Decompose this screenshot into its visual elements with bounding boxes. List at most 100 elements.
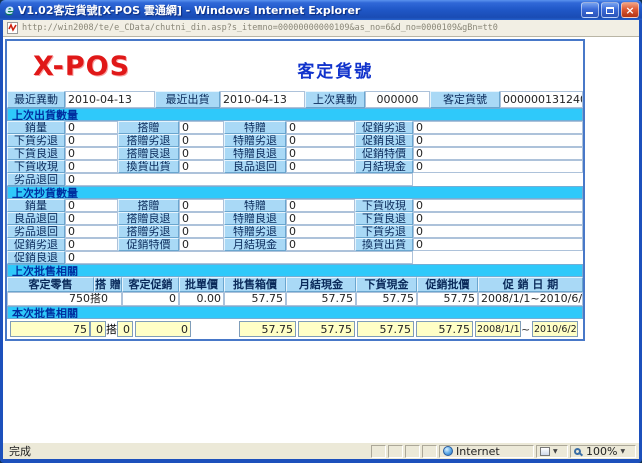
address-input[interactable]	[22, 22, 635, 34]
wholesale-header-row: 客定零售 搭 贈 客定促銷 批單價 批售箱價 月結現金 下貨現金 促銷批價 促 …	[7, 277, 583, 292]
last-stocktake-grid: 銷量0搭贈0特贈0下貨收現0良品退回0搭贈良退0特贈良退0下貨良退0劣品退回0搭…	[7, 199, 583, 264]
minimize-button[interactable]	[581, 2, 599, 18]
status-text: 完成	[6, 443, 369, 459]
field-value: 0	[179, 134, 224, 147]
field-value: 0	[286, 160, 355, 173]
cell-retail-bundle: 750搭0	[7, 292, 122, 306]
date-from-input[interactable]	[475, 321, 521, 337]
cell-promo-dates: 2008/1/1~2010/6/20	[478, 292, 583, 306]
field-value: 0	[286, 212, 355, 225]
promo-price-input[interactable]	[416, 321, 473, 337]
info-row: 最近異動 2010-04-13 最近出貨 2010-04-13 上次異動 000…	[7, 91, 583, 108]
table-row: 銷量0搭贈0特贈0下貨收現0	[7, 199, 583, 212]
window-bottom-border	[0, 459, 642, 463]
row-filler	[413, 251, 583, 264]
field-label: 特贈	[224, 121, 286, 134]
field-value: 0	[286, 199, 355, 212]
zoom-level: 100%	[586, 445, 617, 458]
status-pane	[405, 445, 420, 458]
field-label: 下貨收現	[7, 160, 65, 173]
browser-window: e V1.02客定貨號[X-POS 雲通網] - Windows Interne…	[0, 0, 642, 463]
field-value: 0	[413, 121, 583, 134]
field-label: 特贈	[224, 199, 286, 212]
page-container: X-POS 客定貨號 最近異動 2010-04-13 最近出貨 2010-04-…	[5, 39, 585, 341]
minimize-icon	[586, 12, 593, 14]
field-value: 0	[413, 238, 583, 251]
magnifier-icon	[574, 448, 581, 455]
section-title-current-wholesale: 本次批售相關	[7, 306, 583, 319]
close-icon: ×	[625, 5, 634, 16]
field-value: 0	[286, 238, 355, 251]
bundle-left-input[interactable]	[90, 321, 106, 337]
field-label: 良品退回	[7, 212, 65, 225]
maximize-button[interactable]	[601, 2, 619, 18]
field-value: 0	[413, 147, 583, 160]
field-label: 搭贈	[118, 121, 179, 134]
zone-label: Internet	[456, 445, 500, 458]
field-label: 換貨出貨	[118, 160, 179, 173]
date-to-input[interactable]	[532, 321, 578, 337]
table-row: 銷量0搭贈0特贈0促銷劣退0	[7, 121, 583, 134]
cell-promo-price: 57.75	[417, 292, 478, 306]
field-label: 劣品退回	[7, 173, 65, 186]
page-title: 客定貨號	[297, 57, 373, 82]
field-label: 搭贈	[118, 199, 179, 212]
field-value: 0	[179, 147, 224, 160]
column-header: 搭 贈	[94, 277, 122, 292]
field-label: 下貨劣退	[7, 134, 65, 147]
column-header: 促銷批價	[417, 277, 478, 292]
field-label: 最近出貨	[155, 91, 220, 108]
chevron-down-icon: ▼	[620, 448, 625, 455]
table-row: 良品退回0搭贈良退0特贈良退0下貨良退0	[7, 212, 583, 225]
window-title: V1.02客定貨號[X-POS 雲通網] - Windows Internet …	[14, 2, 579, 18]
field-value: 000000	[365, 91, 430, 108]
status-pane	[371, 445, 386, 458]
field-label: 特贈良退	[224, 212, 286, 225]
column-header: 客定促銷	[122, 277, 179, 292]
field-value: 0	[179, 212, 224, 225]
field-value: 0	[413, 225, 583, 238]
title-bar[interactable]: e V1.02客定貨號[X-POS 雲通網] - Windows Interne…	[0, 0, 642, 20]
field-value: 0	[179, 225, 224, 238]
xpos-logo: X-POS	[33, 51, 130, 82]
field-value: 0	[65, 173, 413, 186]
field-value: 0	[413, 134, 583, 147]
down-cash-input[interactable]	[357, 321, 414, 337]
chevron-down-icon: ▼	[553, 448, 558, 455]
field-label: 劣品退回	[7, 225, 65, 238]
field-label: 最近異動	[7, 91, 65, 108]
monthly-cash-input[interactable]	[298, 321, 355, 337]
column-header: 促 銷 日 期	[478, 277, 583, 292]
date-separator: ~	[521, 323, 530, 336]
box-price-input[interactable]	[239, 321, 296, 337]
field-value: 0	[65, 121, 118, 134]
field-value: 0	[65, 225, 118, 238]
field-label: 下貨收現	[355, 199, 413, 212]
field-value: 2010-04-13	[65, 91, 155, 108]
field-value: 0	[413, 212, 583, 225]
field-label: 促銷良退	[355, 134, 413, 147]
field-value: 0	[65, 147, 118, 160]
table-row: 下貨劣退0搭贈劣退0特贈劣退0促銷良退0	[7, 134, 583, 147]
bundle-right-input[interactable]	[117, 321, 133, 337]
cell-promo: 0	[122, 292, 179, 306]
retail-price-input[interactable]	[10, 321, 90, 337]
select-mode-control[interactable]: ▼	[536, 445, 568, 458]
zoom-control[interactable]: 100% ▼	[570, 445, 636, 458]
section-title-last-shipment: 上次出貨數量	[7, 108, 583, 121]
promo-input[interactable]	[135, 321, 191, 337]
field-label: 特贈劣退	[224, 134, 286, 147]
field-label: 換貨出貨	[355, 238, 413, 251]
field-label: 下貨良退	[7, 147, 65, 160]
field-label: 搭贈劣退	[118, 225, 179, 238]
field-value: 0	[286, 147, 355, 160]
field-value: 0	[179, 238, 224, 251]
field-value: 0	[413, 199, 583, 212]
status-bar: 完成 Internet ▼ 100% ▼	[3, 442, 639, 459]
field-value: 0	[179, 160, 224, 173]
field-value: 2010-04-13	[220, 91, 305, 108]
field-value: 0	[179, 121, 224, 134]
close-button[interactable]: ×	[621, 2, 639, 18]
status-pane	[388, 445, 403, 458]
field-label: 促銷劣退	[355, 121, 413, 134]
